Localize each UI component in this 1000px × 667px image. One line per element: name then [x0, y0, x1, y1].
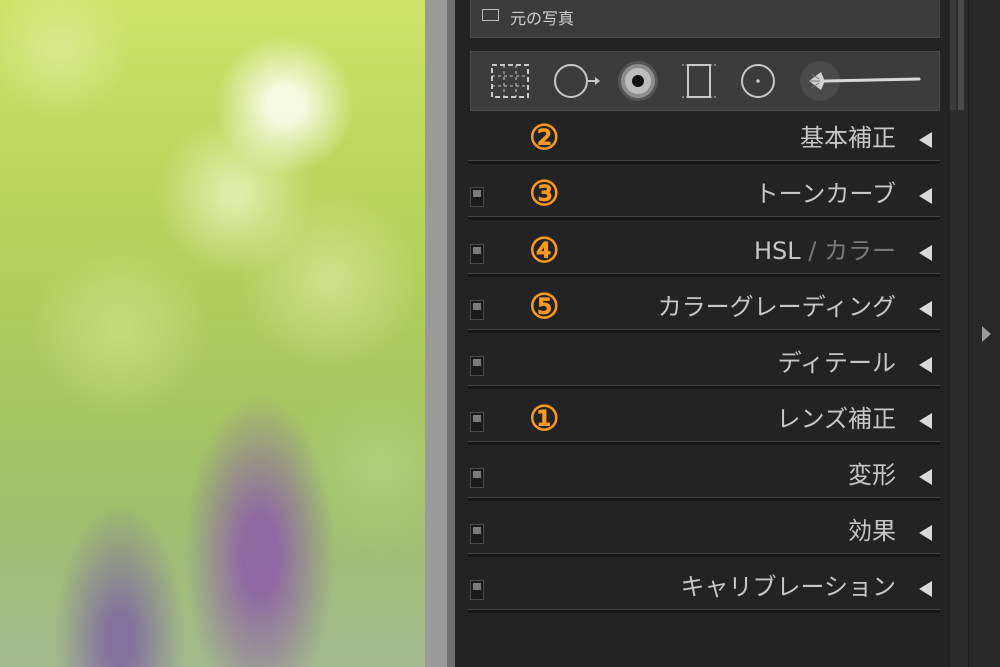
- panel-separator: [468, 497, 940, 501]
- crop-overlay-icon[interactable]: [488, 61, 532, 101]
- original-photo-checkbox[interactable]: [482, 9, 499, 21]
- step-number: ①: [529, 399, 560, 439]
- panel-separator: [468, 385, 940, 389]
- panel-separator: [468, 216, 940, 220]
- panel-title: トーンカーブ: [754, 180, 896, 208]
- collapse-triangle-icon[interactable]: [919, 581, 932, 597]
- panel-header-tone-curve[interactable]: ③ トーンカーブ: [465, 172, 940, 220]
- spot-removal-icon[interactable]: [551, 61, 603, 101]
- panel-toggle-switch[interactable]: [470, 524, 484, 544]
- panel-separator: [468, 441, 940, 445]
- radial-filter-icon[interactable]: [738, 61, 778, 101]
- collapse-triangle-icon[interactable]: [919, 469, 932, 485]
- collapse-triangle-icon[interactable]: [919, 357, 932, 373]
- panel-title: HSL / カラー: [754, 236, 896, 266]
- panel-separator: [468, 609, 940, 613]
- adjustment-brush-icon[interactable]: [799, 60, 924, 102]
- expand-panel-arrow-icon[interactable]: [982, 326, 991, 342]
- panel-scrollbar-thumb[interactable]: [958, 0, 964, 110]
- panel-divider-inner: [447, 0, 455, 667]
- panel-header-lens-corrections[interactable]: ① レンズ補正: [465, 397, 940, 445]
- panel-title-color[interactable]: カラー: [824, 237, 896, 265]
- graduated-filter-icon[interactable]: [679, 61, 719, 101]
- panel-title: 基本補正: [800, 124, 896, 152]
- panel-title-separator: /: [800, 237, 824, 265]
- panel-toggle-switch[interactable]: [470, 580, 484, 600]
- panel-toggle-switch[interactable]: [470, 412, 484, 432]
- collapse-triangle-icon[interactable]: [919, 301, 932, 317]
- collapse-triangle-icon[interactable]: [919, 188, 932, 204]
- panel-separator: [468, 273, 940, 277]
- tool-strip: [470, 51, 940, 111]
- panel-toggle-switch[interactable]: [470, 244, 484, 264]
- red-eye-icon[interactable]: [615, 58, 661, 104]
- panel-toggle-switch[interactable]: [470, 468, 484, 488]
- panel-title: 効果: [848, 517, 896, 545]
- panel-title: 変形: [848, 461, 896, 489]
- panel-header-hsl[interactable]: ④ HSL / カラー: [465, 229, 940, 277]
- panel-header-transform[interactable]: 変形: [465, 453, 940, 501]
- step-number: ⑤: [529, 287, 560, 327]
- panel-header-basic[interactable]: ② 基本補正: [465, 116, 940, 164]
- step-number: ③: [529, 174, 560, 214]
- panel-toggle-switch[interactable]: [470, 356, 484, 376]
- collapse-triangle-icon[interactable]: [919, 525, 932, 541]
- panel-separator: [468, 160, 940, 164]
- panel-header-effects[interactable]: 効果: [465, 509, 940, 557]
- panel-scrollbar-track[interactable]: [950, 0, 956, 110]
- panel-title: レンズ補正: [776, 405, 896, 433]
- original-photo-label: 元の写真: [510, 9, 575, 28]
- panel-header-color-grading[interactable]: ⑤ カラーグレーディング: [465, 285, 940, 333]
- collapse-triangle-icon[interactable]: [919, 132, 932, 148]
- panel-title-hsl[interactable]: HSL: [754, 237, 801, 265]
- panel-toggle-switch[interactable]: [470, 187, 484, 207]
- panel-title: カラーグレーディング: [657, 293, 896, 321]
- panel-header-calibration[interactable]: キャリブレーション: [465, 565, 940, 613]
- collapse-triangle-icon[interactable]: [919, 413, 932, 429]
- panel-title: キャリブレーション: [680, 573, 896, 601]
- photo-preview: [0, 0, 425, 667]
- panel-separator: [468, 553, 940, 557]
- step-number: ④: [529, 231, 560, 271]
- panel-title: ディテール: [777, 349, 896, 377]
- collapse-triangle-icon[interactable]: [919, 245, 932, 261]
- panel-toggle-switch[interactable]: [470, 300, 484, 320]
- panel-header-detail[interactable]: ディテール: [465, 341, 940, 389]
- panel-separator: [468, 329, 940, 333]
- step-number: ②: [529, 118, 560, 158]
